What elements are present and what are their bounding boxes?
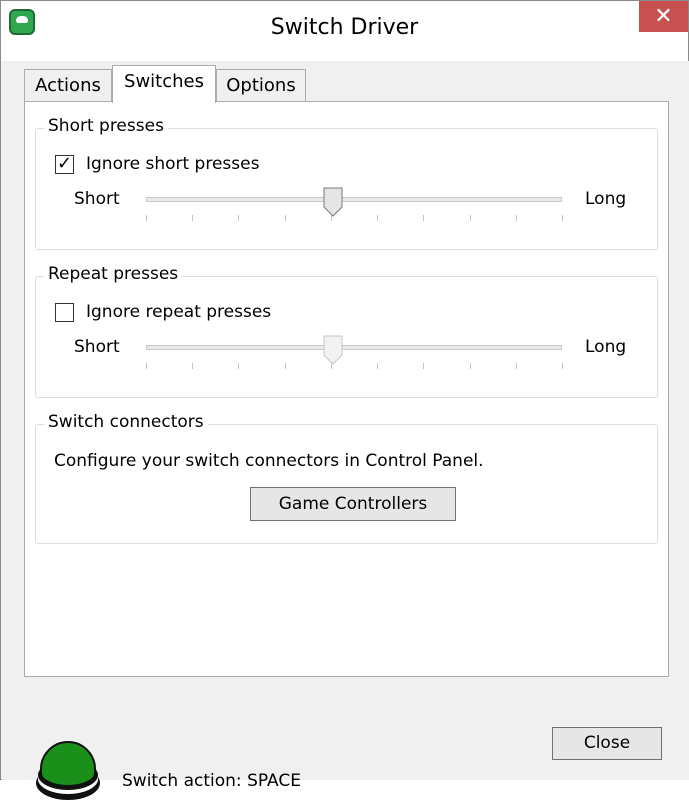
short-presses-max-label: Long (585, 189, 627, 209)
tab-switches[interactable]: Switches (112, 65, 216, 103)
slider-tick (377, 363, 378, 369)
repeat-presses-slider-track[interactable] (146, 345, 562, 350)
slider-tick (377, 215, 378, 221)
short-presses-group: Short presses Ignore short presses Short… (35, 116, 658, 250)
short-presses-slider-thumb[interactable] (323, 187, 343, 217)
repeat-presses-slider-ticks (146, 363, 563, 371)
repeat-presses-min-label: Short (74, 337, 120, 357)
close-window-button[interactable]: ✕ (639, 1, 688, 32)
slider-tick (562, 215, 563, 221)
switches-tab-panel: Short presses Ignore short presses Short… (24, 101, 669, 677)
slider-tick (470, 215, 471, 221)
slider-tick (516, 215, 517, 221)
slider-tick (146, 215, 147, 221)
ignore-short-presses-checkbox[interactable] (55, 153, 74, 174)
slider-tick (562, 363, 563, 369)
window-title: Switch Driver (270, 15, 419, 40)
slider-tick (238, 363, 239, 369)
slider-tick (423, 215, 424, 221)
ignore-short-presses-label[interactable]: Ignore short presses (86, 154, 259, 174)
switch-connectors-group: Switch connectors Configure your switch … (35, 412, 658, 544)
slider-tick (516, 363, 517, 369)
short-presses-group-title: Short presses (44, 116, 168, 136)
slider-tick (146, 363, 147, 369)
slider-tick (285, 363, 286, 369)
switch-action-status: Switch action: SPACE (122, 771, 301, 791)
close-button[interactable]: Close (552, 727, 662, 760)
repeat-presses-slider-thumb[interactable] (323, 335, 343, 365)
repeat-presses-group: Repeat presses Ignore repeat presses Sho… (35, 264, 658, 398)
slider-tick (285, 215, 286, 221)
short-presses-slider-track[interactable] (146, 197, 562, 202)
short-presses-min-label: Short (74, 189, 120, 209)
switch-connectors-description: Configure your switch connectors in Cont… (54, 451, 484, 471)
title-bar: Switch Driver ✕ (1, 1, 688, 61)
ignore-repeat-presses-label[interactable]: Ignore repeat presses (86, 302, 271, 322)
switch-connectors-group-title: Switch connectors (44, 412, 208, 432)
slider-tick (238, 215, 239, 221)
short-presses-slider-ticks (146, 215, 563, 223)
window-content: Actions Switches Options Short presses I… (2, 61, 689, 800)
repeat-presses-group-title: Repeat presses (44, 264, 183, 284)
tab-actions[interactable]: Actions (24, 69, 112, 103)
tab-options[interactable]: Options (216, 69, 306, 103)
switch-driver-window: Switch Driver ✕ Actions Switches Options… (0, 0, 689, 800)
slider-tick (192, 215, 193, 221)
slider-tick (423, 363, 424, 369)
slider-tick (192, 363, 193, 369)
ignore-repeat-presses-checkbox[interactable] (55, 303, 74, 322)
slider-tick (470, 363, 471, 369)
switch-button-icon (36, 741, 100, 800)
game-controllers-button[interactable]: Game Controllers (250, 487, 456, 521)
repeat-presses-max-label: Long (585, 337, 627, 357)
